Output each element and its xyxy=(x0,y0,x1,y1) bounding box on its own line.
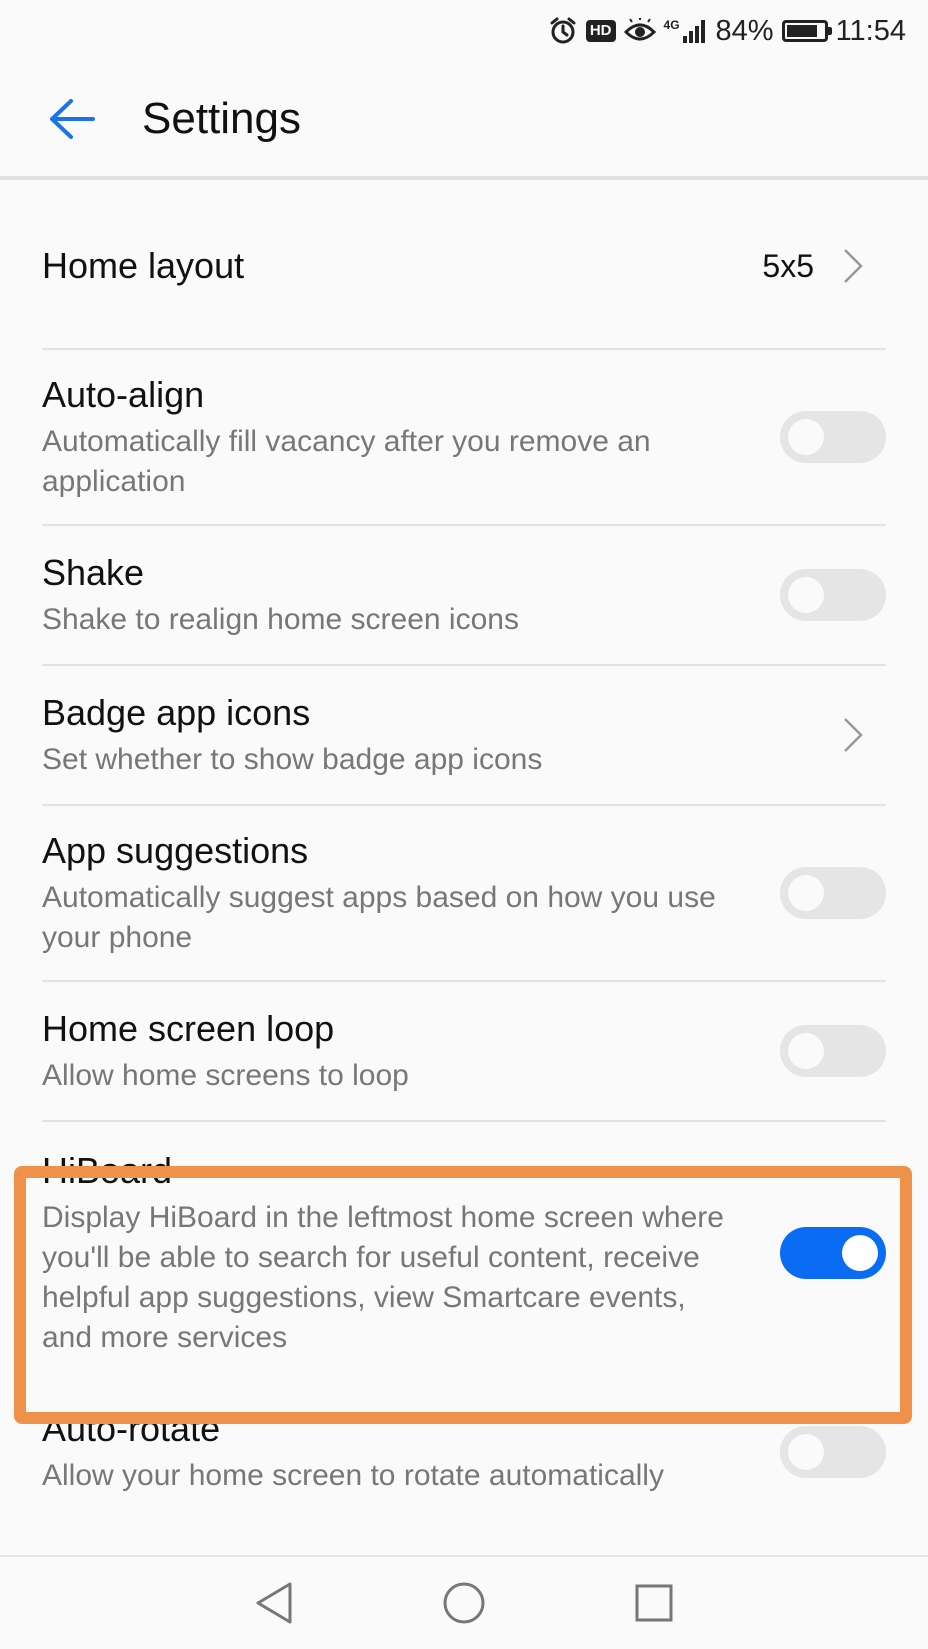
setting-text: Auto-align Automatically fill vacancy af… xyxy=(42,372,780,502)
nav-home-button[interactable] xyxy=(434,1573,494,1633)
setting-auto-rotate[interactable]: Auto-rotate Allow your home screen to ro… xyxy=(42,1384,886,1534)
battery-icon xyxy=(781,20,832,42)
setting-title: App suggestions xyxy=(42,830,309,871)
setting-app-suggestions[interactable]: App suggestions Automatically suggest ap… xyxy=(42,806,886,982)
setting-hiboard[interactable]: HiBoard Display HiBoard in the leftmost … xyxy=(42,1122,886,1384)
setting-text: Auto-rotate Allow your home screen to ro… xyxy=(42,1406,780,1496)
home-screen-loop-toggle[interactable] xyxy=(780,1025,886,1077)
app-suggestions-toggle[interactable] xyxy=(780,867,886,919)
shake-toggle[interactable] xyxy=(780,569,886,621)
settings-list: Home layout 5x5 Auto-align Automatically… xyxy=(0,184,928,1534)
setting-subtitle: Automatically suggest apps based on how … xyxy=(42,881,716,954)
setting-text: Shake Shake to realign home screen icons xyxy=(42,550,780,640)
setting-title: Home layout xyxy=(42,245,245,286)
setting-value: 5x5 xyxy=(762,247,814,284)
battery-percent: 84% xyxy=(715,14,774,47)
toggle-knob xyxy=(788,577,824,613)
setting-subtitle: Automatically fill vacancy after you rem… xyxy=(42,425,651,498)
toggle-knob xyxy=(788,1033,824,1069)
nav-home-icon xyxy=(443,1582,485,1624)
page-title: Settings xyxy=(142,94,301,143)
alarm-icon xyxy=(548,16,578,46)
nav-back-icon xyxy=(256,1582,292,1624)
setting-text: Home layout xyxy=(42,243,762,289)
hd-icon: HD xyxy=(585,20,616,42)
setting-subtitle: Allow home screens to loop xyxy=(42,1059,409,1092)
toggle-knob xyxy=(842,1235,878,1271)
setting-auto-align[interactable]: Auto-align Automatically fill vacancy af… xyxy=(42,350,886,526)
setting-title: Auto-rotate xyxy=(42,1408,221,1449)
setting-subtitle: Shake to realign home screen icons xyxy=(42,603,519,636)
toggle-knob xyxy=(788,1434,824,1470)
setting-subtitle: Set whether to show badge app icons xyxy=(42,743,543,776)
setting-subtitle: Allow your home screen to rotate automat… xyxy=(42,1459,664,1492)
setting-home-screen-loop[interactable]: Home screen loop Allow home screens to l… xyxy=(42,982,886,1122)
setting-text: HiBoard Display HiBoard in the leftmost … xyxy=(42,1148,780,1358)
signal-4g-icon: 4G xyxy=(664,18,708,44)
setting-title: Shake xyxy=(42,552,145,593)
app-bar: Settings xyxy=(0,62,928,180)
nav-recents-button[interactable] xyxy=(624,1573,684,1633)
chevron-right-icon xyxy=(842,246,872,286)
eye-icon xyxy=(623,18,656,44)
chevron-right-icon xyxy=(842,715,872,755)
hiboard-toggle[interactable] xyxy=(780,1227,886,1279)
nav-back-button[interactable] xyxy=(244,1573,304,1633)
setting-title: Badge app icons xyxy=(42,692,311,733)
setting-text: Home screen loop Allow home screens to l… xyxy=(42,1006,780,1096)
toggle-knob xyxy=(788,875,824,911)
back-arrow-icon xyxy=(50,99,95,139)
setting-title: HiBoard xyxy=(42,1150,173,1191)
setting-text: Badge app icons Set whether to show badg… xyxy=(42,690,842,780)
setting-title: Auto-align xyxy=(42,374,205,415)
status-bar: HD 4G 84% 11:54 xyxy=(0,0,928,62)
setting-text: App suggestions Automatically suggest ap… xyxy=(42,828,780,958)
setting-badge-app-icons[interactable]: Badge app icons Set whether to show badg… xyxy=(42,666,886,806)
nav-recents-icon xyxy=(635,1584,673,1622)
setting-home-layout[interactable]: Home layout 5x5 xyxy=(42,184,886,350)
auto-align-toggle[interactable] xyxy=(780,411,886,463)
settings-screen: HD 4G 84% 11:54 Settings Home layout 5x5… xyxy=(0,0,928,1649)
setting-shake[interactable]: Shake Shake to realign home screen icons xyxy=(42,526,886,666)
network-label: 4G xyxy=(663,18,680,32)
navigation-bar xyxy=(0,1555,928,1649)
setting-subtitle: Display HiBoard in the leftmost home scr… xyxy=(42,1201,724,1354)
setting-title: Home screen loop xyxy=(42,1008,335,1049)
toggle-knob xyxy=(788,419,824,455)
auto-rotate-toggle[interactable] xyxy=(780,1426,886,1478)
status-time: 11:54 xyxy=(835,14,906,47)
back-button[interactable] xyxy=(22,69,122,169)
